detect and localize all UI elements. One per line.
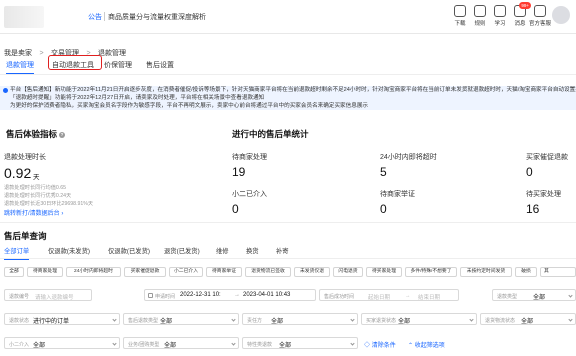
benchmark-note: 退款处理时长同行均值0.65 bbox=[4, 185, 66, 191]
top-bar: 公告 商品质量分与流量权重深度解析 下载 规则 学习 99+ 消息 官方客服 bbox=[0, 0, 576, 34]
filter-chip[interactable]: 闪电退货 bbox=[333, 267, 363, 277]
chevron-down-icon bbox=[112, 341, 117, 346]
top-learn[interactable]: 学习 bbox=[489, 5, 511, 27]
chevron-down-icon bbox=[350, 341, 355, 346]
subtab-exchange[interactable]: 换货 bbox=[246, 246, 259, 255]
filter-chip[interactable]: 待商家举证 bbox=[206, 267, 242, 277]
info-icon bbox=[3, 88, 8, 93]
top-download[interactable]: 下载 bbox=[449, 5, 471, 27]
metric-label: 待商家举证 bbox=[380, 191, 415, 198]
after-sales-title: 售后体验指标? bbox=[6, 129, 66, 139]
announcement-link[interactable]: 商品质量分与流量权重深度解析 bbox=[108, 12, 206, 22]
announcement-tag: 公告 bbox=[88, 14, 102, 21]
dashboard-link[interactable]: 跳转新打/清数据后台 › bbox=[4, 208, 63, 217]
metric-label: 买家催促退款 bbox=[526, 154, 568, 161]
filter-chip[interactable]: 未按约定时间发货 bbox=[460, 267, 512, 277]
rules-icon bbox=[474, 5, 486, 17]
metric-value[interactable]: 0 bbox=[380, 202, 387, 216]
collapse-filters-button[interactable]: ⌃ 收起筛选项 bbox=[408, 340, 445, 349]
chevron-down-icon bbox=[231, 317, 236, 322]
tab-refund-management[interactable]: 退款管理 bbox=[6, 60, 34, 75]
subtab-repair[interactable]: 维修 bbox=[216, 246, 229, 255]
business-type-select[interactable]: 业务/团购类型 全部 bbox=[123, 337, 239, 349]
download-icon bbox=[454, 5, 466, 17]
subtab-all[interactable]: 全部订单 bbox=[4, 246, 30, 260]
staff-intervention-select[interactable]: 小二介入 全部 bbox=[4, 337, 120, 349]
filter-chip[interactable]: 未发货仅退 bbox=[294, 267, 330, 277]
subtab-refund-unshipped[interactable]: 仅退款(未发货) bbox=[48, 246, 90, 255]
chevron-down-icon bbox=[469, 317, 474, 322]
breadcrumb-current: 退款管理 bbox=[98, 50, 126, 57]
filter-chip[interactable]: 全部 bbox=[4, 267, 24, 277]
special-refund-select[interactable]: 特性类退款 全部 bbox=[242, 337, 358, 349]
metric-value[interactable]: 16 bbox=[526, 202, 539, 216]
refund-time-value: 0.92 bbox=[4, 165, 32, 181]
benchmark-note: 退款处理时长同行优秀0.24天 bbox=[4, 193, 72, 199]
metric-label: 24小时内即将超时 bbox=[380, 154, 437, 161]
subtab-resend[interactable]: 补寄 bbox=[276, 246, 289, 255]
section-divider bbox=[0, 222, 576, 223]
top-support[interactable]: 官方客服 bbox=[528, 5, 552, 27]
metric-value[interactable]: 0 bbox=[526, 165, 533, 179]
subtab-refund-shipped[interactable]: 仅退款(已发货) bbox=[108, 246, 150, 255]
notice-banner: 平台【售后通知】新功能于2022年11月21日开启逐步灰度，在消费者催促/投诉等… bbox=[0, 86, 576, 110]
filter-chip[interactable]: 退货物流已签收 bbox=[245, 267, 291, 277]
chevron-down-icon bbox=[350, 317, 355, 322]
refund-status-select[interactable]: 退款状态 进行中的订单 bbox=[4, 313, 120, 325]
announcement-separator bbox=[104, 12, 105, 21]
chevron-down-icon bbox=[568, 293, 573, 298]
filter-chip[interactable]: 待商家处理 bbox=[27, 267, 63, 277]
clear-filters-button[interactable]: ◇ 清除条件 bbox=[364, 340, 396, 349]
main-content: 我是卖家 > 交易管理 > 退款管理 退款管理 自动退款工具 价保管理 售后设置… bbox=[0, 34, 576, 356]
chevron-down-icon bbox=[112, 317, 117, 322]
filter-chip[interactable]: 24小时内即将超时 bbox=[66, 267, 121, 277]
metric-label: 小二已介入 bbox=[232, 191, 267, 198]
notice-line: 为更好的保护消费者隐私，买家淘宝会员名字段作为敏感字段，平台不再明文展示，卖家中… bbox=[10, 103, 369, 109]
support-icon bbox=[534, 5, 546, 17]
filter-chip[interactable]: 买家催促退款 bbox=[124, 267, 166, 277]
refund-time-label: 退款处理时长 bbox=[4, 154, 46, 161]
subtab-return[interactable]: 退货(已发货) bbox=[164, 246, 200, 255]
broom-icon: ◇ bbox=[364, 343, 371, 349]
responsible-party-select[interactable]: 责任方 全部 bbox=[242, 313, 358, 325]
notice-line: 「退款超时提醒」功能将于2022年12月27日开启，请卖家及时处理，平台将在相关… bbox=[10, 95, 265, 101]
metric-label: 待商家处理 bbox=[232, 154, 267, 161]
in-progress-title: 进行中的售后单统计 bbox=[232, 129, 309, 139]
tab-price-protection[interactable]: 价保管理 bbox=[104, 60, 132, 70]
benchmark-note: 退款处理时长近30日环比29698.91%天 bbox=[4, 201, 94, 207]
learn-icon bbox=[494, 5, 506, 17]
notice-line: 平台【售后通知】新功能于2022年11月21日开启逐步灰度，在消费者催促/投诉等… bbox=[10, 87, 576, 93]
filter-chip[interactable]: 多件/特殊/不想要了 bbox=[405, 267, 457, 277]
metric-value[interactable]: 19 bbox=[232, 165, 245, 179]
subtab-divider bbox=[0, 258, 576, 259]
tab-divider bbox=[0, 74, 576, 75]
breadcrumb-item[interactable]: 我是卖家 bbox=[4, 50, 32, 57]
chevron-down-icon bbox=[568, 317, 573, 322]
calendar-icon bbox=[148, 293, 153, 298]
seller-center-logo[interactable] bbox=[4, 6, 44, 28]
filter-chip[interactable]: 待买家处理 bbox=[366, 267, 402, 277]
filter-chip[interactable]: 其 bbox=[540, 267, 576, 277]
success-time-range[interactable]: 售后成功时间 起始日期 → 结束日期 bbox=[319, 289, 459, 301]
top-rules[interactable]: 规则 bbox=[469, 5, 491, 27]
after-sales-type-select[interactable]: 售后退款类型 全部 bbox=[123, 313, 239, 325]
filter-chip[interactable]: 小二已介入 bbox=[169, 267, 203, 277]
chevron-up-icon: ⌃ bbox=[408, 343, 414, 349]
help-icon[interactable]: ? bbox=[59, 131, 66, 138]
refund-type-select[interactable]: 退款类型 全部 bbox=[492, 289, 576, 301]
metric-label: 待买家处理 bbox=[526, 191, 561, 198]
tab-auto-refund-tool[interactable]: 自动退款工具 bbox=[52, 60, 94, 70]
refund-time-unit: 天 bbox=[33, 174, 40, 181]
apply-time-range[interactable]: 申请时间 2022-12-31 10: → 2023-04-01 10:43 bbox=[144, 289, 316, 301]
refund-id-field[interactable]: 退款编号 请输入退款编号 bbox=[4, 289, 92, 301]
chevron-down-icon bbox=[231, 341, 236, 346]
logistics-status-select[interactable]: 退货物流状态 全部 bbox=[480, 313, 576, 325]
avatar[interactable] bbox=[552, 6, 570, 24]
filter-chip[interactable]: 破损 bbox=[515, 267, 537, 277]
metric-value[interactable]: 0 bbox=[232, 202, 239, 216]
tab-after-sales-settings[interactable]: 售后设置 bbox=[146, 60, 174, 70]
query-title: 售后单查询 bbox=[4, 231, 47, 241]
return-status-select[interactable]: 买家退货状态 全部 bbox=[361, 313, 477, 325]
metric-value[interactable]: 5 bbox=[380, 165, 387, 179]
